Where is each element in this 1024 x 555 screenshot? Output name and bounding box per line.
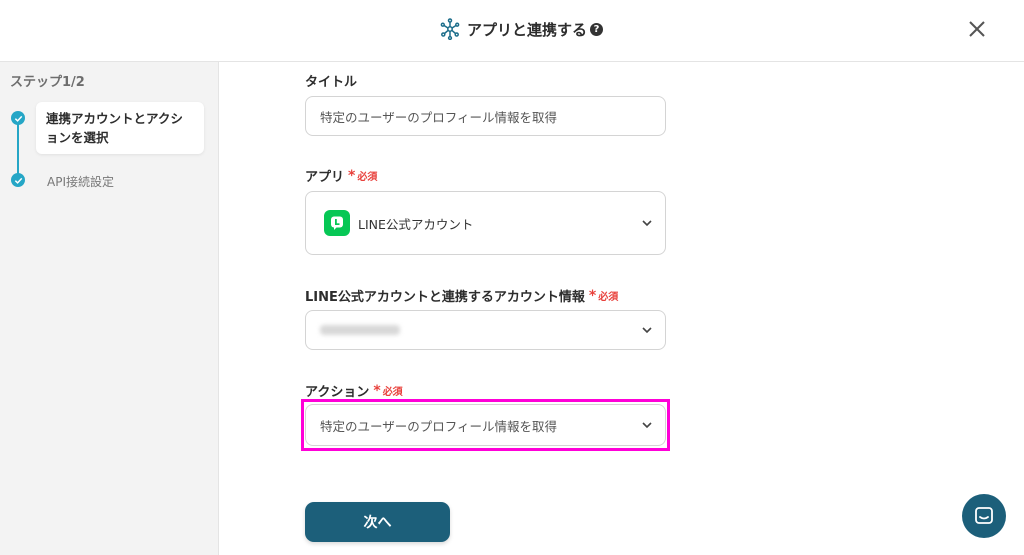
action-label-text: アクション: [305, 385, 370, 400]
app-label: アプリ * 必須: [305, 166, 378, 186]
action-label: アクション * 必須: [305, 381, 403, 401]
title-label: タイトル: [305, 71, 357, 90]
account-select[interactable]: [305, 310, 666, 350]
step-label: 連携アカウントとアクションを選択: [46, 111, 183, 145]
chat-icon: [975, 507, 993, 524]
next-button[interactable]: 次へ: [305, 502, 450, 542]
step-item-current[interactable]: 連携アカウントとアクションを選択: [36, 102, 204, 154]
step-check-icon: [11, 173, 25, 187]
required-asterisk: *: [348, 167, 356, 184]
step-sidebar: ステップ1/2 連携アカウントとアクションを選択 API接続設定: [0, 62, 219, 555]
required-asterisk: *: [373, 382, 381, 399]
modal-title-group: アプリと連携する ?: [440, 18, 604, 40]
close-icon[interactable]: [964, 16, 990, 42]
required-badge: 必須: [598, 292, 619, 303]
required-badge: 必須: [357, 172, 378, 183]
step-check-icon: [11, 111, 25, 125]
chat-support-button[interactable]: [962, 494, 1006, 538]
account-label-text: LINE公式アカウントと連携するアカウント情報: [305, 290, 585, 305]
app-label-text: アプリ: [305, 170, 345, 185]
highlight-box: [301, 399, 670, 451]
connect-logo-icon: [440, 18, 460, 40]
app-select[interactable]: LINE公式アカウント: [305, 191, 666, 255]
title-input-value: 特定のユーザーのプロフィール情報を取得: [320, 109, 558, 125]
app-select-value: LINE公式アカウント: [358, 216, 474, 232]
required-asterisk: *: [588, 287, 597, 304]
modal-header: アプリと連携する ?: [0, 0, 1024, 62]
title-input[interactable]: 特定のユーザーのプロフィール情報を取得: [305, 96, 666, 136]
step-connector: [17, 120, 19, 180]
line-app-icon: [324, 210, 350, 236]
title-label-text: タイトル: [305, 75, 358, 90]
modal-title: アプリと連携する: [467, 20, 588, 39]
step-count: ステップ1/2: [10, 75, 85, 90]
chevron-down-icon: [642, 327, 652, 334]
chevron-down-icon: [642, 220, 652, 227]
question-circle-icon[interactable]: ?: [590, 22, 604, 36]
account-label: LINE公式アカウントと連携するアカウント情報 * 必須: [305, 286, 619, 306]
step-item-api[interactable]: API接続設定: [47, 173, 114, 190]
blurred-account-name: [320, 325, 400, 335]
required-badge: 必須: [382, 387, 403, 398]
